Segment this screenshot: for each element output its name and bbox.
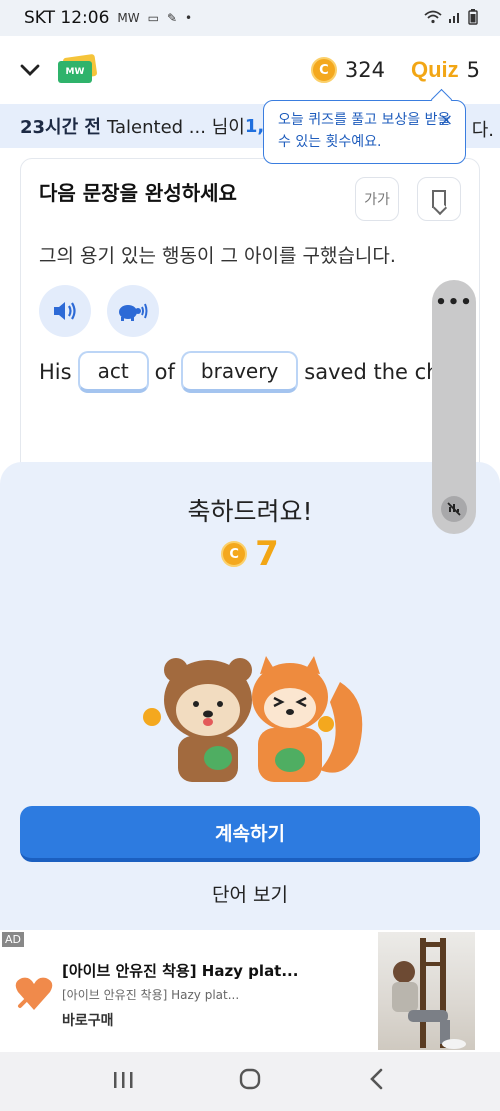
- chevron-down-icon[interactable]: [20, 58, 50, 83]
- quiz-count: 5: [466, 58, 480, 82]
- floating-side-panel[interactable]: •••: [432, 280, 476, 534]
- result-sheet: 축하드려요! C 7 계속하기 단어 보기: [0, 462, 500, 930]
- ad-buy-now[interactable]: 바로구매: [62, 1010, 114, 1030]
- font-size-button[interactable]: 가가: [355, 177, 399, 221]
- signal-icon: [448, 10, 462, 27]
- dot-icon: •: [185, 11, 193, 25]
- edit-icon: ✎: [166, 11, 178, 25]
- sentence-word: of: [154, 360, 175, 384]
- ticker-text: Talented ... 님이: [107, 117, 245, 138]
- ad-tag: AD: [2, 932, 24, 947]
- battery-icon: [468, 8, 478, 28]
- more-icon[interactable]: •••: [432, 292, 476, 313]
- ticker-time: 23시간 전: [20, 117, 101, 138]
- app-header: MW C 324 Quiz 5: [0, 36, 500, 104]
- tooltip-text: 오늘 퀴즈를 풀고 보상을 받을 수 있는 횟수예요.: [278, 112, 451, 150]
- coin-icon: C: [221, 541, 248, 567]
- continue-button[interactable]: 계속하기: [20, 806, 480, 862]
- close-icon[interactable]: ×: [440, 109, 453, 131]
- quiz-logo[interactable]: Quiz: [411, 57, 459, 83]
- ad-subtitle: [아이브 안유진 착용] Hazy plat...: [62, 988, 240, 1002]
- back-icon[interactable]: [357, 1068, 397, 1096]
- answer-blank[interactable]: bravery: [180, 351, 299, 393]
- bookmark-icon: [432, 190, 446, 208]
- ticker-tail: 다.: [471, 120, 494, 141]
- speaker-icon: [54, 302, 76, 320]
- home-icon[interactable]: [230, 1067, 270, 1097]
- reward-row: C 7: [0, 534, 500, 574]
- congrats-text: 축하드려요!: [187, 497, 313, 526]
- carrier-time: SKT 12:06: [24, 8, 110, 28]
- screen-icon: ▭: [147, 11, 159, 25]
- ad-title[interactable]: [아이브 안유진 착용] Hazy plat...: [62, 960, 298, 981]
- mw-notification-icon: MW: [117, 11, 140, 25]
- english-sentence: His act of bravery saved the chi: [39, 351, 445, 393]
- answer-blank[interactable]: act: [77, 351, 149, 393]
- ad-banner[interactable]: AD [아이브 안유진 착용] Hazy plat... [아이브 안유진 착용…: [0, 930, 500, 1052]
- coin-icon: C: [310, 57, 337, 83]
- korean-sentence: 그의 용기 있는 행동이 그 아이를 구했습니다.: [39, 245, 396, 267]
- slow-speaker-button[interactable]: [107, 285, 159, 337]
- sentence-word: His: [39, 360, 72, 384]
- ticker-highlight: 1,: [244, 115, 265, 137]
- ad-product-image[interactable]: [378, 932, 475, 1050]
- app-logo: MW: [58, 53, 98, 84]
- question-card: 다음 문장을 완성하세요 가가 그의 용기 있는 행동이 그 아이를 구했습니다…: [20, 158, 480, 478]
- mascot-illustration: [143, 656, 363, 782]
- reward-amount: 7: [255, 534, 279, 574]
- system-nav-bar: [0, 1052, 500, 1111]
- recent-apps-icon[interactable]: [103, 1068, 143, 1096]
- view-words-button[interactable]: 단어 보기: [0, 880, 500, 907]
- wifi-icon: [424, 10, 442, 27]
- bookmark-button[interactable]: [417, 177, 461, 221]
- brand-logo-icon: [15, 977, 53, 1010]
- turtle-icon: [119, 303, 148, 321]
- coin-count: 324: [344, 58, 385, 82]
- status-bar: SKT 12:06 MW ▭ ✎ •: [0, 0, 500, 36]
- mute-icon[interactable]: [441, 496, 467, 522]
- speaker-button[interactable]: [39, 285, 91, 337]
- quiz-count-tooltip: 오늘 퀴즈를 풀고 보상을 받을 수 있는 횟수예요. ×: [263, 100, 466, 164]
- sentence-word: saved the chi: [304, 360, 446, 384]
